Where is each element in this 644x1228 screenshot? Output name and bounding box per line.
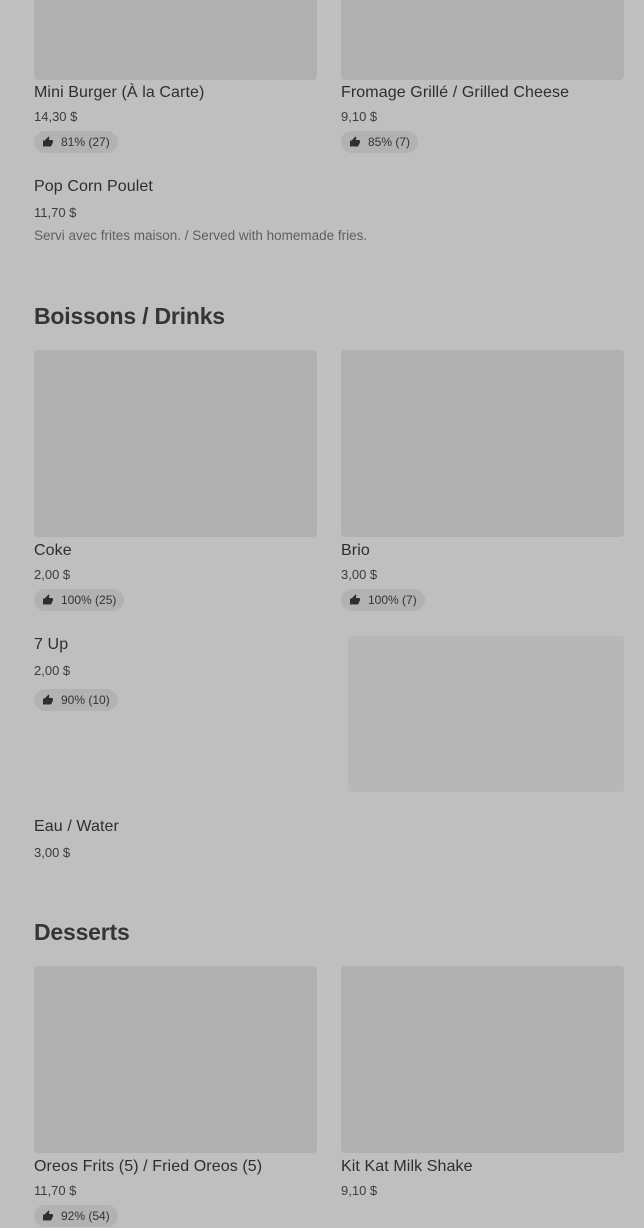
item-image	[34, 966, 317, 1153]
rating-text: 100% (25)	[61, 593, 117, 607]
thumbs-up-icon	[43, 1210, 53, 1221]
thumbs-up-icon	[43, 594, 53, 605]
rating-text: 90% (10)	[61, 693, 110, 707]
rating-badge: 100% (25)	[34, 589, 125, 611]
item-name: 7 Up	[34, 636, 69, 653]
item-image	[341, 966, 624, 1153]
rating-badge: 90% (10)	[34, 689, 118, 711]
item-price: 2,00 $	[34, 567, 71, 582]
rating-text: 81% (27)	[61, 135, 110, 149]
item-name: Pop Corn Poulet	[34, 178, 153, 195]
item-name: Mini Burger (À la Carte)	[34, 84, 205, 101]
item-price: 9,10 $	[341, 1183, 378, 1198]
item-image	[34, 350, 317, 537]
item-price: 9,10 $	[341, 109, 378, 124]
rating-badge: 85% (7)	[341, 131, 419, 153]
thumbs-up-icon	[43, 694, 53, 705]
item-description: Servi avec frites maison. / Served with …	[34, 228, 368, 243]
item-price: 2,00 $	[34, 663, 71, 678]
item-name: Fromage Grillé / Grilled Cheese	[341, 84, 570, 101]
menu-page: Mini Burger (À la Carte) 14,30 $ 81% (27…	[0, 0, 644, 1228]
rating-text: 92% (54)	[61, 1209, 110, 1223]
rating-badge: 81% (27)	[34, 131, 118, 153]
thumbs-up-icon	[350, 594, 360, 605]
item-price: 3,00 $	[341, 567, 378, 582]
rating-badge: 92% (54)	[34, 1205, 118, 1227]
item-price: 11,70 $	[34, 1183, 77, 1198]
item-name: Kit Kat Milk Shake	[341, 1158, 473, 1175]
rating-text: 100% (7)	[368, 593, 417, 607]
rating-badge: 100% (7)	[341, 589, 425, 611]
rating-text: 85% (7)	[368, 135, 411, 149]
item-image	[348, 636, 624, 792]
item-name: Oreos Frits (5) / Fried Oreos (5)	[34, 1158, 263, 1175]
section-title-drinks: Boissons / Drinks	[34, 303, 225, 329]
section-title-desserts: Desserts	[34, 919, 130, 945]
item-name: Coke	[34, 542, 72, 559]
item-price: 14,30 $	[34, 109, 78, 124]
thumbs-up-icon	[350, 136, 360, 147]
item-price: 3,00 $	[34, 845, 71, 860]
item-image	[341, 350, 624, 537]
item-name: Brio	[341, 542, 370, 559]
item-name: Eau / Water	[34, 818, 119, 835]
thumbs-up-icon	[43, 136, 53, 147]
item-price: 11,70 $	[34, 205, 77, 220]
item-image	[341, 0, 624, 80]
item-image	[34, 0, 317, 80]
